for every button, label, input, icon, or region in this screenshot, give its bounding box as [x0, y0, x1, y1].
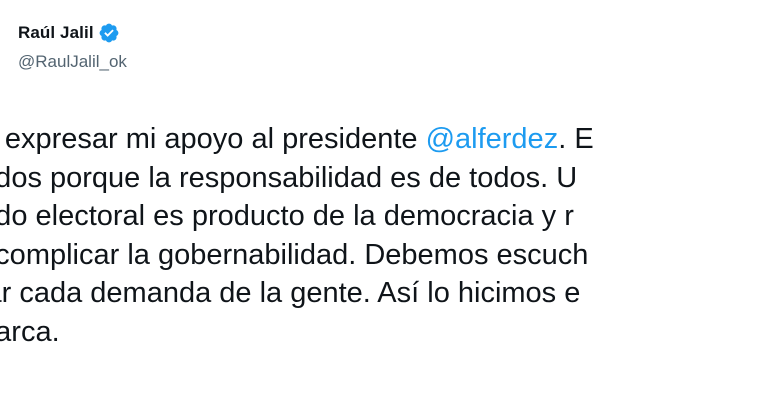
- tweet-line: todos porque la responsabilidad es de to…: [0, 161, 578, 194]
- tweet-line-text: . E: [558, 123, 594, 155]
- tweet-line: zar cada demanda de la gente. Así lo hic…: [0, 277, 581, 309]
- tweet-line: tado electoral es producto de la democra…: [0, 200, 574, 232]
- tweet-line: e complicar la gobernabilidad. Debemos e…: [0, 238, 589, 271]
- mention-link[interactable]: @alferdez: [426, 123, 559, 155]
- author-display-name[interactable]: Raúl Jalil: [18, 23, 94, 43]
- tweet-text: ro expresar mi apoyo al presidente @alfe…: [0, 120, 768, 351]
- author-handle[interactable]: @RaulJalil_ok: [18, 52, 127, 72]
- verified-badge-icon: [98, 22, 120, 44]
- tweet-line: ro expresar mi apoyo al presidente @alfe…: [0, 120, 768, 159]
- author-name-row: Raúl Jalil: [18, 20, 127, 46]
- tweet-line-text: ro expresar mi apoyo al presidente: [0, 123, 426, 155]
- tweet-line: marca.: [0, 315, 60, 348]
- tweet-author-header: Raúl Jalil @RaulJalil_ok: [18, 20, 127, 80]
